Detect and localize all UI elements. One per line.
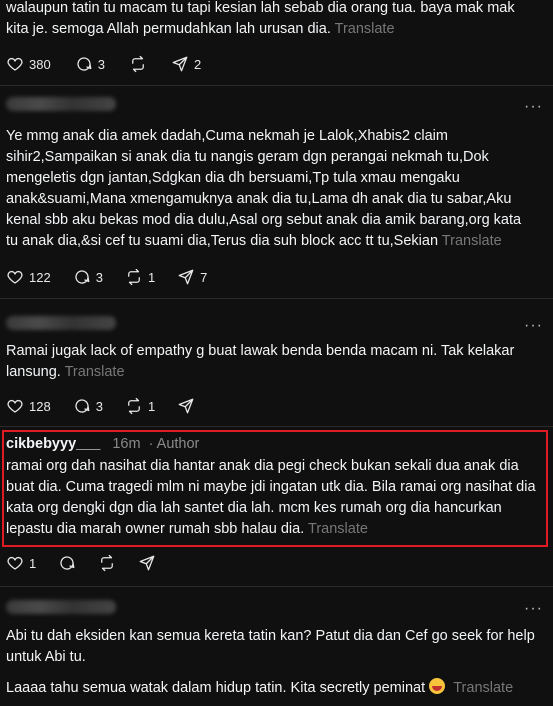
comment-icon [75,270,90,284]
send-icon [178,269,194,285]
like-count: 122 [29,269,51,285]
more-options-button[interactable]: ··· [524,315,543,336]
comment-icon [75,399,90,413]
post-divider [0,298,553,299]
heart-icon [7,399,23,413]
share-button[interactable] [177,397,195,415]
share-button[interactable]: 7 [177,267,207,288]
translate-link[interactable]: Translate [453,680,513,696]
post-text: Ye mmg anak dia amek dadah,Cuma nekmah j… [6,128,522,249]
author-badge: · Author [148,436,200,452]
heart-icon [7,57,23,71]
share-button[interactable] [138,554,156,572]
reply-button[interactable]: 3 [75,54,105,75]
reply-button[interactable]: 3 [73,267,103,288]
blurred-username [6,600,116,614]
heart-icon [7,270,23,284]
like-count: 128 [29,398,51,414]
send-icon [178,398,194,414]
post-text: Abi tu dah eksiden kan semua kereta tati… [6,628,535,665]
post-actions: 1 [6,553,156,573]
post-time: 16m [112,436,141,452]
like-button[interactable]: 380 [6,54,51,75]
post-text-secondary: Laaaa tahu semua watak dalam hidup tatin… [6,678,514,696]
like-button[interactable]: 122 [6,267,51,288]
author-username[interactable]: cikbebyyy___ [6,436,100,452]
reply-count: 3 [97,56,105,72]
translate-link[interactable]: Translate [335,21,395,37]
post-actions: 380 3 2 [6,54,201,74]
reply-count: 3 [95,269,103,285]
comment-icon [60,556,75,570]
reply-button[interactable] [58,554,76,572]
more-options-button[interactable]: ··· [524,96,543,117]
send-icon [172,56,188,72]
like-count: 380 [29,56,51,72]
reply-count: 3 [95,398,103,414]
repost-icon [101,554,114,572]
translate-link[interactable]: Translate [65,364,125,380]
comment-icon [77,57,92,71]
like-button[interactable]: 1 [6,553,36,574]
repost-icon [128,268,140,286]
post-divider [0,85,553,86]
more-options-button[interactable]: ··· [524,598,543,619]
repost-button[interactable]: 1 [125,396,155,417]
send-icon [139,555,155,571]
repost-button[interactable] [98,554,116,572]
grinning-emoji-icon [429,678,446,694]
repost-icon [132,55,144,73]
share-count: 2 [193,56,202,72]
post-header: cikbebyyy___ 16m · Author [6,434,199,455]
post-text: ramai org dah nasihat dia hantar anak di… [6,458,536,537]
repost-count: 1 [147,269,156,285]
repost-button[interactable] [129,55,147,73]
share-count: 7 [200,269,208,285]
share-button[interactable]: 2 [171,54,201,75]
blurred-username [6,316,116,330]
post-divider [0,586,553,587]
post-actions: 128 3 1 [6,396,195,416]
heart-icon [7,556,23,570]
post-divider [0,426,553,427]
post-text: walaupun tatin tu macam tu tapi kesian l… [6,0,515,37]
like-button[interactable]: 128 [6,396,51,417]
post-actions: 122 3 1 7 [6,267,207,287]
repost-count: 1 [147,398,156,414]
repost-button[interactable]: 1 [125,267,155,288]
translate-link[interactable]: Translate [442,233,502,249]
translate-link[interactable]: Translate [308,521,368,537]
repost-icon [128,397,140,415]
blurred-username [6,97,116,111]
post-text: Ramai jugak lack of empathy g buat lawak… [6,343,515,380]
like-count: 1 [29,555,37,571]
reply-button[interactable]: 3 [73,396,103,417]
